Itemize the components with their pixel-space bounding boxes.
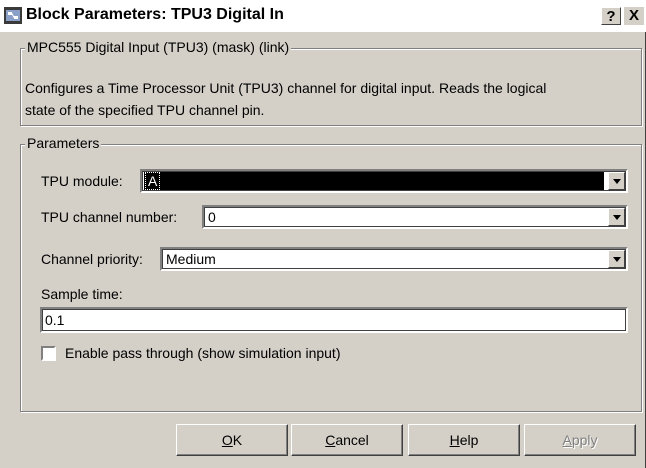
description-line-1: Configures a Time Processor Unit (TPU3) … <box>25 80 547 96</box>
chevron-down-icon[interactable] <box>608 208 625 226</box>
cancel-button[interactable]: Cancel <box>291 424 403 456</box>
cancel-mnemonic: C <box>325 432 336 448</box>
help-mnemonic: H <box>449 432 460 448</box>
cancel-label-rest: ancel <box>335 432 369 448</box>
help-button[interactable]: Help <box>408 424 520 456</box>
apply-button[interactable]: Apply <box>524 424 636 456</box>
ok-mnemonic: O <box>221 432 233 448</box>
chevron-down-icon[interactable] <box>608 250 625 268</box>
tpu-module-selection-highlight <box>144 172 604 190</box>
window-title: Block Parameters: TPU3 Digital In <box>26 6 284 23</box>
description-line-2: state of the specified TPU channel pin. <box>25 102 265 118</box>
tpu-module-label: TPU module: <box>41 173 123 189</box>
tpu-module-value: A <box>145 172 161 190</box>
parameters-group-legend: Parameters <box>25 135 102 151</box>
tpu-channel-value: 0 <box>208 209 216 225</box>
sample-time-value: 0.1 <box>45 312 65 328</box>
mask-description: Configures a Time Processor Unit (TPU3) … <box>25 77 625 121</box>
enable-pass-through-label[interactable]: Enable pass through (show simulation inp… <box>65 345 341 361</box>
ok-label-rest: K <box>232 432 243 448</box>
title-bar[interactable]: Block Parameters: TPU3 Digital In ? X <box>0 0 646 32</box>
enable-pass-through-checkbox[interactable] <box>41 346 56 361</box>
simulink-block-icon <box>4 7 22 24</box>
close-button[interactable]: X <box>624 7 644 25</box>
sample-time-label: Sample time: <box>41 286 123 302</box>
apply-label-rest: pply <box>571 432 598 448</box>
channel-priority-value: Medium <box>166 251 216 267</box>
sample-time-input[interactable]: 0.1 <box>40 307 628 333</box>
ok-button[interactable]: OK <box>176 424 288 456</box>
mask-group-legend: MPC555 Digital Input (TPU3) (mask) (link… <box>25 39 292 55</box>
tpu-channel-label: TPU channel number: <box>41 209 178 225</box>
tpu-channel-dropdown[interactable]: 0 <box>202 205 628 229</box>
channel-priority-label: Channel priority: <box>41 251 143 267</box>
apply-mnemonic: A <box>562 432 572 448</box>
channel-priority-dropdown[interactable]: Medium <box>160 247 628 271</box>
tpu-module-dropdown[interactable]: A <box>140 169 628 193</box>
dialog-window: Block Parameters: TPU3 Digital In ? X MP… <box>0 0 646 468</box>
help-label-rest: elp <box>459 432 479 448</box>
help-title-button[interactable]: ? <box>601 7 621 25</box>
chevron-down-icon[interactable] <box>608 172 625 190</box>
